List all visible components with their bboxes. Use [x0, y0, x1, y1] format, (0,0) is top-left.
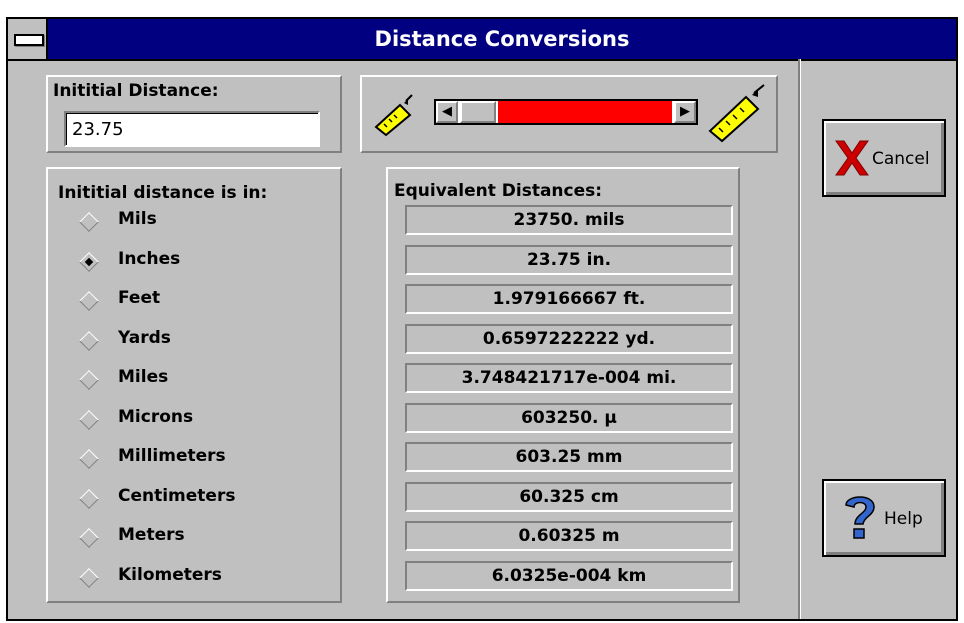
radio-feet-indicator[interactable]: [79, 291, 99, 311]
radio-inches-label: Inches: [118, 249, 181, 269]
help-question-icon: [845, 496, 875, 539]
system-menu-icon: [14, 34, 44, 46]
radio-miles-label: Miles: [118, 367, 169, 387]
red-x-icon: [835, 140, 869, 176]
radio-meters-label: Meters: [118, 525, 185, 545]
radio-yards-label: Yards: [118, 328, 171, 348]
radio-mils-label: Mils: [118, 209, 157, 229]
result-feet: 1.979166667 ft.: [405, 284, 733, 314]
radio-microns-label: Microns: [118, 407, 194, 427]
initial-distance-label: Inititial Distance:: [53, 81, 219, 101]
radio-kilometers-indicator[interactable]: [79, 568, 99, 588]
slider-thumb[interactable]: [460, 101, 496, 123]
radio-feet-label: Feet: [118, 288, 161, 308]
result-mils: 23750. mils: [405, 205, 733, 235]
result-meters: 0.60325 m: [405, 521, 733, 551]
title-bar: Distance Conversions: [8, 19, 956, 61]
units-panel: Inititial distance is in: Mils Inches Fe…: [46, 167, 342, 603]
equivalent-distances-label: Equivalent Distances:: [394, 181, 603, 201]
result-centimeters: 60.325 cm: [405, 482, 733, 512]
result-yards: 0.6597222222 yd.: [405, 324, 733, 354]
radio-millimeters-indicator[interactable]: [79, 449, 99, 469]
small-ruler-icon: [374, 94, 413, 137]
cancel-label: Cancel: [872, 149, 930, 169]
initial-distance-panel: Inititial Distance:: [46, 75, 342, 153]
result-kilometers: 6.0325e-004 km: [405, 561, 733, 591]
radio-millimeters-label: Millimeters: [118, 446, 226, 466]
result-miles: 3.748421717e-004 mi.: [405, 363, 733, 393]
radio-kilometers-label: Kilometers: [118, 565, 222, 585]
radio-meters-indicator[interactable]: [79, 528, 99, 548]
radio-centimeters-label: Centimeters: [118, 486, 236, 506]
result-inches: 23.75 in.: [405, 245, 733, 275]
equivalent-distances-panel: Equivalent Distances: 23750. mils 23.75 …: [386, 167, 740, 603]
vertical-divider: [798, 59, 801, 619]
radio-microns-indicator[interactable]: [79, 410, 99, 430]
radio-yards-indicator[interactable]: [79, 331, 99, 351]
result-millimeters: 603.25 mm: [405, 442, 733, 472]
radio-centimeters-indicator[interactable]: [79, 489, 99, 509]
system-menu-button[interactable]: [8, 19, 48, 59]
radio-mils-indicator[interactable]: [79, 212, 99, 232]
distance-conversions-window: Distance Conversions Inititial Distance:…: [6, 17, 958, 621]
slider-track[interactable]: [498, 101, 672, 123]
radio-miles-indicator[interactable]: [79, 370, 99, 390]
scroll-right-button[interactable]: ▶: [674, 101, 696, 123]
scroll-left-button[interactable]: ◀: [436, 101, 458, 123]
window-title: Distance Conversions: [374, 27, 630, 51]
large-ruler-icon: [708, 84, 765, 143]
help-button[interactable]: Help: [822, 479, 946, 557]
initial-distance-input[interactable]: [64, 111, 320, 147]
distance-slider[interactable]: ◀ ▶: [434, 99, 698, 125]
radio-inches-indicator[interactable]: [79, 252, 99, 272]
help-label: Help: [884, 509, 923, 529]
cancel-button[interactable]: Cancel: [822, 119, 946, 197]
result-microns: 603250. µ: [405, 403, 733, 433]
slider-panel: ◀ ▶: [360, 75, 778, 153]
units-label: Inititial distance is in:: [58, 183, 268, 203]
